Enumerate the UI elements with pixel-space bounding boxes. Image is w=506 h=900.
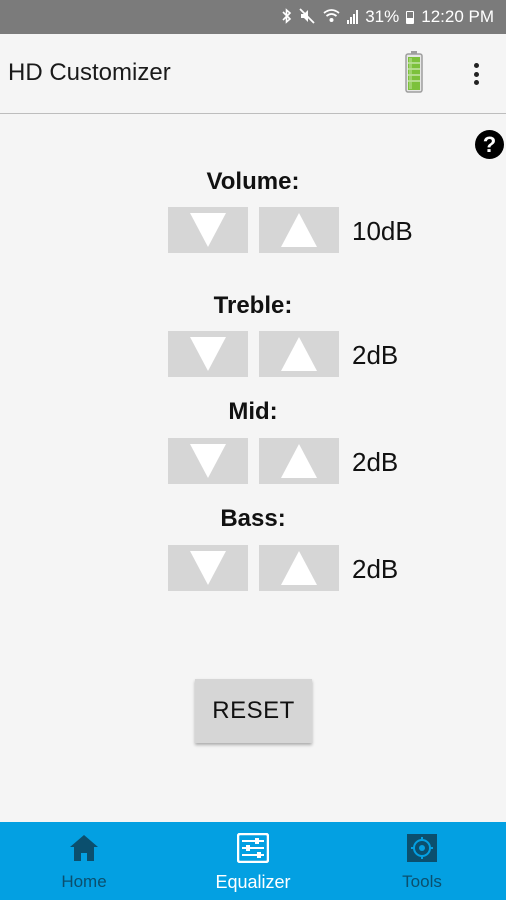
arrow-down-icon (190, 551, 226, 585)
treble-value: 2dB (352, 340, 399, 370)
arrow-up-icon (281, 337, 317, 371)
arrow-up-icon (281, 213, 317, 247)
nav-label-home: Home (61, 872, 107, 891)
mid-value: 2dB (352, 447, 399, 477)
treble-up-button[interactable] (259, 331, 339, 377)
nav-label-equalizer: Equalizer (215, 872, 291, 892)
more-vert-icon[interactable] (466, 60, 486, 88)
bass-down-button[interactable] (168, 545, 248, 591)
battery-full-icon (405, 51, 423, 93)
arrow-down-icon (190, 213, 226, 247)
volume-value: 10dB (352, 216, 413, 246)
reset-button[interactable]: RESET (195, 679, 312, 743)
help-icon[interactable]: ? (475, 130, 504, 159)
status-bar: 31% 12:20 PM (0, 0, 506, 34)
home-icon (70, 835, 98, 861)
battery-icon (406, 10, 415, 24)
equalizer-icon (237, 833, 269, 863)
nav-item-equalizer[interactable]: Equalizer (169, 822, 337, 900)
arrow-up-icon (281, 551, 317, 585)
treble-label: Treble: (213, 292, 293, 319)
app-title: HD Customizer (8, 59, 171, 86)
treble-down-button[interactable] (168, 331, 248, 377)
mute-icon (299, 7, 316, 27)
arrow-down-icon (190, 337, 226, 371)
app-bar: HD Customizer (0, 34, 506, 114)
volume-up-button[interactable] (259, 207, 339, 253)
mid-up-button[interactable] (259, 438, 339, 484)
signal-icon (347, 10, 359, 24)
nav-item-home[interactable]: Home (0, 822, 168, 900)
mid-label: Mid: (228, 398, 278, 425)
bottom-nav: Home Equalizer Tools (0, 822, 506, 900)
volume-down-button[interactable] (168, 207, 248, 253)
battery-percent: 31% (365, 7, 400, 26)
volume-label: Volume: (206, 168, 300, 195)
wifi-icon (323, 8, 340, 26)
bluetooth-icon (281, 7, 292, 27)
tools-icon (407, 834, 437, 862)
bass-value: 2dB (352, 554, 399, 584)
nav-item-tools[interactable]: Tools (338, 822, 506, 900)
bass-label: Bass: (220, 505, 286, 532)
clock: 12:20 PM (421, 7, 494, 26)
arrow-down-icon (190, 444, 226, 478)
mid-down-button[interactable] (168, 438, 248, 484)
nav-label-tools: Tools (402, 872, 442, 891)
bass-up-button[interactable] (259, 545, 339, 591)
arrow-up-icon (281, 444, 317, 478)
